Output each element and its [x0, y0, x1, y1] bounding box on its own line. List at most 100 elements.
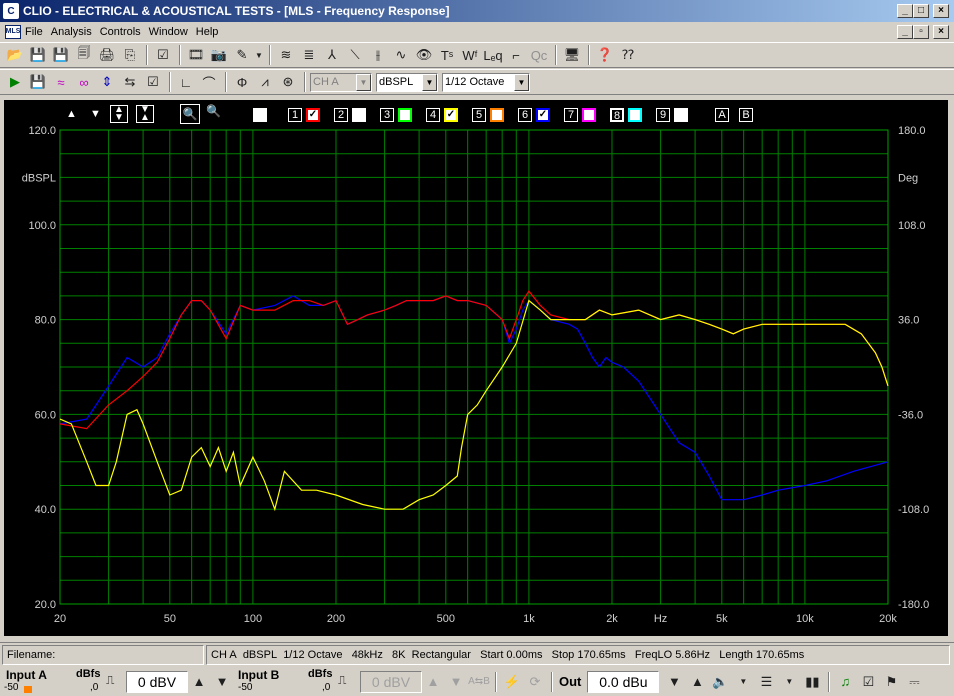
mls-document-icon[interactable]: MLS	[5, 24, 21, 39]
wf-icon[interactable]: Wᶠ	[459, 44, 481, 66]
input-a-label: Input A	[6, 668, 47, 682]
input-a-down-icon[interactable]: ▼	[211, 671, 233, 693]
smooth-curve-icon[interactable]: ⌒	[198, 71, 220, 93]
save-as-icon[interactable]: 💾	[50, 44, 72, 66]
ab-link-icon[interactable]: A⇆B	[468, 671, 490, 693]
y-tick-label: 40.0	[35, 504, 56, 516]
waterfall-icon[interactable]: ≣	[298, 44, 320, 66]
y2-tick-label: 36.0	[898, 315, 919, 327]
units-select[interactable]: dBSPL ▼	[376, 72, 438, 92]
input-b-down-icon[interactable]: ▼	[445, 671, 467, 693]
y2-tick-label: -180.0	[898, 599, 929, 611]
input-b-autoscale-icon[interactable]: ⎍	[338, 673, 346, 688]
save-measure-icon[interactable]: 💾	[27, 71, 49, 93]
print-icon[interactable]: 🖨	[96, 44, 118, 66]
x-axis-label: Hz	[654, 613, 667, 625]
meter-icon[interactable]: ☰	[755, 671, 777, 693]
mdi-restore-button[interactable]: ▫	[913, 25, 929, 39]
x-tick-label: 50	[164, 613, 176, 625]
channel-a-icon[interactable]: ♫	[834, 671, 856, 693]
maximize-button[interactable]: □	[913, 4, 929, 18]
meter-menu-icon[interactable]: ▼	[778, 671, 800, 693]
measurement-info-pane: CH A dBSPL 1/12 Octave 48kHz 8K Rectangu…	[206, 644, 950, 665]
output-down-icon[interactable]: ▼	[663, 671, 685, 693]
autoscale-icon[interactable]: ⎍	[106, 673, 114, 688]
camera-icon[interactable]: 📷	[208, 44, 230, 66]
dropdown-arrow-icon[interactable]: ▼	[254, 44, 264, 66]
play-icon[interactable]: ▶	[4, 71, 26, 93]
help-icon[interactable]: ❓	[594, 44, 616, 66]
axis-icon[interactable]: ∟	[175, 71, 197, 93]
input-a-range-field[interactable]: 0 dBV	[126, 670, 188, 693]
group-delay-icon[interactable]: ⩘	[254, 71, 276, 93]
y-tick-label: 120.0	[28, 125, 56, 137]
eraser-icon[interactable]: ✎	[231, 44, 253, 66]
menu-file[interactable]: File	[25, 26, 49, 38]
context-help-icon[interactable]: ⁇	[617, 44, 639, 66]
menu-analysis[interactable]: Analysis	[51, 26, 98, 38]
y2-tick-label: 180.0	[898, 125, 926, 137]
menu-window[interactable]: Window	[149, 26, 194, 38]
output-menu-icon[interactable]: ▼	[732, 671, 754, 693]
smoothing-select[interactable]: 1/12 Octave ▼	[442, 72, 530, 92]
settings-check-icon[interactable]: ☑	[142, 71, 164, 93]
x-tick-label: 1k	[523, 613, 535, 625]
film-icon[interactable]: 🎞	[185, 44, 207, 66]
input-a-scale-hi: ,0	[90, 682, 99, 693]
y-axis-label: dBSPL	[22, 172, 56, 184]
loop-back-icon[interactable]: ⟳	[524, 671, 546, 693]
output-up-icon[interactable]: ▲	[686, 671, 708, 693]
x-tick-label: 2k	[606, 613, 618, 625]
check-icon[interactable]: ☑	[857, 671, 879, 693]
input-a-level-meter	[24, 686, 32, 693]
fft-icon[interactable]: ⫲	[367, 44, 389, 66]
y-tick-label: 20.0	[35, 599, 56, 611]
input-b-up-icon[interactable]: ▲	[422, 671, 444, 693]
phase-icon[interactable]: Φ	[231, 71, 253, 93]
impulse-icon[interactable]: ⅄	[321, 44, 343, 66]
minimize-button[interactable]: _	[897, 4, 913, 18]
overlay-icon[interactable]: ≈	[50, 71, 72, 93]
chevron-down-icon: ▼	[356, 73, 371, 91]
open-folder-icon[interactable]: 📂	[4, 44, 26, 66]
menu-controls[interactable]: Controls	[100, 26, 147, 38]
mdi-close-button[interactable]: ×	[933, 25, 949, 39]
app-logo-icon: C	[3, 3, 19, 19]
input-a-up-icon[interactable]: ▲	[188, 671, 210, 693]
copy-icon[interactable]: ⎘	[119, 44, 141, 66]
input-a-group: Input A -50 dBfs ,0 ⎍	[0, 667, 126, 696]
notes-icon[interactable]: ☑	[152, 44, 174, 66]
target-icon[interactable]: ⊛	[277, 71, 299, 93]
frequency-response-chart[interactable]: 120.0 100.0 80.0 60.0 40.0 20.0 180.0 108.0 36.0…	[4, 100, 948, 636]
loop-icon[interactable]: ∞	[73, 71, 95, 93]
chevron-down-icon: ▼	[422, 73, 437, 91]
cursor-icon[interactable]: ⇆	[119, 71, 141, 93]
output-level-field[interactable]: 0.0 dBu	[587, 670, 660, 693]
y2-tick-label: -36.0	[898, 409, 923, 421]
x-tick-label: 500	[437, 613, 455, 625]
qc-icon[interactable]: Qc	[528, 44, 550, 66]
decay-icon[interactable]: ⟍	[344, 44, 366, 66]
x-tick-label: 20k	[879, 613, 897, 625]
level-bars-icon[interactable]: ▮▮	[801, 671, 823, 693]
menu-help[interactable]: Help	[196, 26, 225, 38]
steps-icon[interactable]: ⌐	[505, 44, 527, 66]
mdi-minimize-button[interactable]: _	[897, 25, 913, 39]
ts-parameters-icon[interactable]: Tˢ	[436, 44, 458, 66]
y-tick-label: 60.0	[35, 409, 56, 421]
speaker-icon[interactable]: 🔈	[709, 671, 731, 693]
leq-icon[interactable]: Lₑq	[482, 44, 504, 66]
input-b-range-field[interactable]: 0 dBV	[360, 670, 422, 693]
save-icon[interactable]: 💾	[27, 44, 49, 66]
monitor-icon[interactable]: 🖥	[561, 44, 583, 66]
phantom-power-icon[interactable]: ⚡	[501, 671, 523, 693]
flag-icon[interactable]: ⚑	[880, 671, 902, 693]
eye-icon[interactable]: 👁	[413, 44, 435, 66]
marker-icon[interactable]: ⇕	[96, 71, 118, 93]
sine-icon[interactable]: ∿	[390, 44, 412, 66]
close-button[interactable]: ×	[933, 4, 949, 18]
scope-icon[interactable]: ⎓	[903, 671, 925, 693]
mls-icon[interactable]: ≋	[275, 44, 297, 66]
channel-select[interactable]: CH A ▼	[310, 72, 372, 92]
export-icon[interactable]: 🗐	[73, 44, 95, 66]
